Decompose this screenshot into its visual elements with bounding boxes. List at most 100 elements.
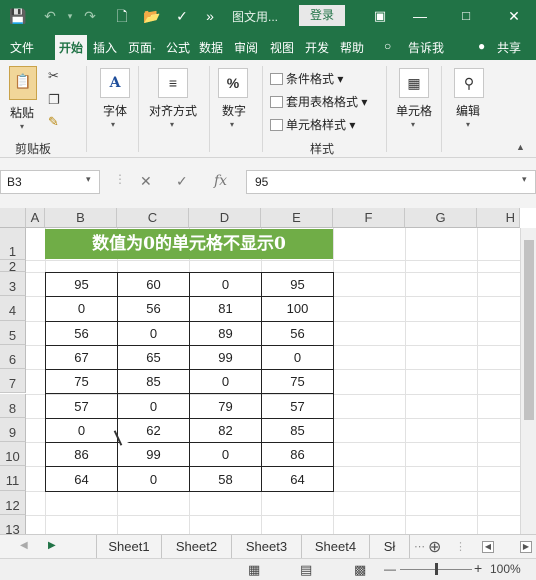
- row-header-3[interactable]: 3: [0, 272, 26, 297]
- normal-view-icon[interactable]: ▦: [248, 562, 260, 578]
- col-header-e[interactable]: E: [261, 208, 333, 228]
- editing-dropdown-icon[interactable]: ▾: [466, 120, 470, 129]
- font-label[interactable]: 字体: [103, 102, 127, 119]
- table-cell[interactable]: 0: [261, 344, 334, 371]
- table-cell[interactable]: 0: [189, 369, 262, 395]
- paste-label[interactable]: 粘贴: [10, 104, 34, 121]
- table-cell[interactable]: 89: [189, 320, 262, 346]
- table-cell[interactable]: 0: [45, 417, 118, 444]
- tab-review[interactable]: 审阅: [234, 39, 258, 56]
- table-cell[interactable]: 75: [261, 369, 334, 395]
- cells-label[interactable]: 单元格: [396, 102, 432, 119]
- table-cell[interactable]: 64: [45, 466, 118, 492]
- table-cell[interactable]: 56: [45, 320, 118, 346]
- tab-formulas[interactable]: 公式: [166, 39, 190, 56]
- zoom-out-icon[interactable]: —: [384, 562, 396, 576]
- formula-input[interactable]: 95: [246, 170, 536, 194]
- row-header-4[interactable]: 4: [0, 296, 26, 321]
- font-icon[interactable]: A: [100, 68, 130, 98]
- login-button[interactable]: 登录: [299, 5, 345, 26]
- cells-icon[interactable]: ▦: [399, 68, 429, 98]
- page-layout-view-icon[interactable]: ▤: [300, 562, 312, 578]
- restore-icon[interactable]: □: [456, 6, 476, 26]
- format-as-table-button[interactable]: 套用表格格式 ▾: [270, 93, 367, 110]
- table-cell[interactable]: 56: [117, 296, 190, 322]
- table-cell[interactable]: 79: [189, 393, 262, 419]
- scroll-left-icon[interactable]: ◀: [482, 541, 494, 553]
- save-icon[interactable]: 💾: [8, 6, 28, 26]
- add-sheet-icon[interactable]: ⊕: [428, 537, 441, 557]
- prev-sheet-icon[interactable]: ◀: [20, 540, 28, 551]
- next-sheet-icon[interactable]: ▶: [48, 540, 56, 551]
- open-folder-icon[interactable]: 📂: [142, 6, 162, 26]
- share-button[interactable]: 共享: [497, 39, 521, 56]
- tab-splitter-icon[interactable]: ⋮: [455, 540, 466, 553]
- table-cell[interactable]: 0: [189, 271, 262, 298]
- sheet-tab-1[interactable]: Sheet1: [96, 535, 162, 559]
- table-cell[interactable]: 0: [189, 442, 262, 468]
- font-dropdown-icon[interactable]: ▾: [111, 120, 115, 129]
- page-break-view-icon[interactable]: ▩: [354, 562, 366, 578]
- table-cell[interactable]: 64: [261, 466, 334, 492]
- table-cell[interactable]: 100: [261, 296, 334, 322]
- copy-icon[interactable]: ❐: [48, 92, 60, 108]
- worksheet-grid[interactable]: A B C D E F G H 1 2 3 4 5 6 7 8 9 10 11 …: [0, 208, 536, 537]
- insert-function-icon[interactable]: fx: [214, 173, 227, 189]
- title-banner-cell[interactable]: 数值为0的单元格不显示0: [45, 229, 333, 259]
- cut-icon[interactable]: ✂: [48, 68, 59, 84]
- table-cell[interactable]: 57: [261, 393, 334, 419]
- collapse-ribbon-icon[interactable]: ▲: [516, 142, 525, 152]
- paste-icon[interactable]: 📋: [9, 66, 37, 100]
- table-cell[interactable]: 81: [189, 296, 262, 322]
- align-dropdown-icon[interactable]: ▾: [170, 120, 174, 129]
- tab-home[interactable]: 开始: [55, 35, 88, 60]
- drag-handle[interactable]: ⋮: [114, 172, 126, 186]
- zoom-slider-thumb[interactable]: [435, 563, 438, 575]
- redo-icon[interactable]: ↷: [80, 6, 100, 26]
- search-icon[interactable]: ⚲: [454, 68, 484, 98]
- table-cell[interactable]: 85: [117, 369, 190, 395]
- tab-page-layout[interactable]: 页面·: [128, 39, 156, 56]
- table-cell[interactable]: 99: [117, 442, 190, 468]
- minimize-icon[interactable]: —: [410, 6, 430, 26]
- more-commands[interactable]: »: [200, 6, 220, 26]
- undo-dropdown-icon[interactable]: ▾: [60, 6, 80, 26]
- cancel-icon[interactable]: ✕: [140, 173, 152, 190]
- sheet-tab-2[interactable]: Sheet2: [162, 535, 232, 559]
- row-header-10[interactable]: 10: [0, 442, 26, 467]
- undo-icon[interactable]: ↶: [40, 6, 60, 26]
- table-cell[interactable]: 86: [261, 442, 334, 468]
- col-header-g[interactable]: G: [405, 208, 477, 228]
- vertical-scrollbar[interactable]: [520, 228, 536, 534]
- table-cell[interactable]: 86: [45, 442, 118, 468]
- check-file-icon[interactable]: ✓: [172, 6, 192, 26]
- table-cell[interactable]: 99: [189, 344, 262, 371]
- number-format-icon[interactable]: %: [218, 68, 248, 98]
- table-cell[interactable]: 0: [117, 393, 190, 419]
- col-header-d[interactable]: D: [189, 208, 261, 228]
- tab-developer[interactable]: 开发: [305, 39, 329, 56]
- table-cell[interactable]: 65: [117, 344, 190, 371]
- row-header-12[interactable]: 12: [0, 490, 26, 515]
- row-header-2[interactable]: 2: [0, 260, 26, 274]
- enter-icon[interactable]: ✓: [176, 173, 188, 190]
- sheet-tab-5[interactable]: Sł: [370, 535, 410, 559]
- col-header-f[interactable]: F: [333, 208, 405, 228]
- table-cell[interactable]: 75: [45, 369, 118, 395]
- col-header-h[interactable]: H: [477, 208, 520, 228]
- expand-formula-icon[interactable]: ▾: [522, 174, 527, 185]
- table-cell[interactable]: 67: [45, 344, 118, 371]
- row-header-9[interactable]: 9: [0, 417, 26, 443]
- table-cell[interactable]: 58: [189, 466, 262, 492]
- table-cell[interactable]: 0: [117, 320, 190, 346]
- format-painter-icon[interactable]: ✎: [48, 114, 59, 130]
- zoom-in-icon[interactable]: +: [474, 560, 482, 576]
- zoom-level[interactable]: 100%: [490, 562, 521, 576]
- row-header-13[interactable]: 13: [0, 515, 26, 537]
- sheet-tab-3[interactable]: Sheet3: [232, 535, 302, 559]
- table-cell[interactable]: 0: [45, 296, 118, 322]
- col-header-c[interactable]: C: [117, 208, 189, 228]
- paste-dropdown-icon[interactable]: ▾: [20, 122, 24, 131]
- row-header-11[interactable]: 11: [0, 466, 26, 491]
- row-header-8[interactable]: 8: [0, 393, 26, 418]
